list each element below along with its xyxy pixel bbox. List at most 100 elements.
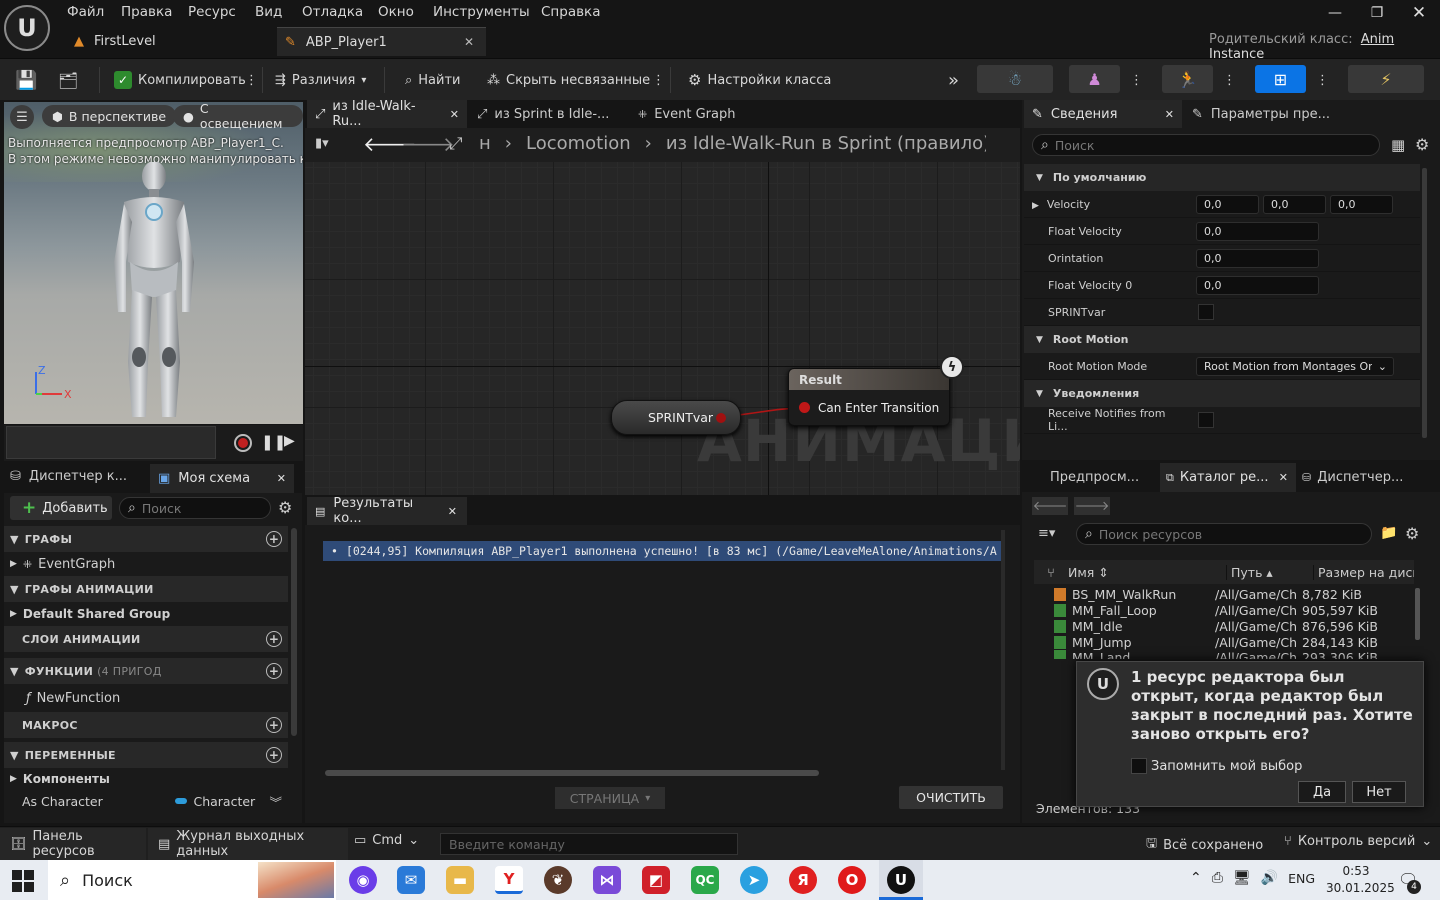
table-row[interactable]: MM_Jump/All/Game/Ch 284,143 KiB <box>1034 634 1414 650</box>
velocity-z-field[interactable]: 0,0 <box>1330 194 1393 214</box>
menu-file[interactable]: Файл <box>67 4 104 20</box>
save-icon[interactable]: 💾 <box>15 66 37 94</box>
compile-button[interactable]: ✓ Компилировать <box>114 66 246 94</box>
page-dropdown[interactable]: СТРАНИЦА ▾ <box>555 787 665 809</box>
menu-window[interactable]: Окно <box>378 4 414 20</box>
timeline-bar[interactable] <box>6 426 216 459</box>
history-back-button[interactable]: 🡐 <box>1032 497 1068 515</box>
fl-studio-icon[interactable]: ❦ <box>544 866 572 894</box>
tab-preview-params[interactable]: ✎ Параметры пре... <box>1192 100 1330 128</box>
compile-options-icon[interactable]: ⋮ <box>245 66 258 94</box>
yandex-browser-icon[interactable]: Y <box>495 866 523 894</box>
record-button[interactable] <box>234 434 252 452</box>
hide-options-icon[interactable]: ⋮ <box>652 66 665 94</box>
windows-start-icon[interactable] <box>12 870 34 892</box>
receive-notifies-checkbox[interactable] <box>1198 412 1214 428</box>
close-icon[interactable]: ✕ <box>1165 108 1174 121</box>
gear-icon[interactable]: ⚙ <box>1415 135 1429 154</box>
tab-asset-catalog[interactable]: ⧉ Каталог ре... ✕ <box>1160 463 1296 492</box>
section-macros[interactable]: МАКРОС + <box>4 712 288 738</box>
forward-arrow-icon[interactable]: 🡒 <box>401 132 455 156</box>
menu-view[interactable]: Вид <box>255 4 282 20</box>
preview-viewport[interactable]: ☰ ⬢ В перспективе ● С освещением Выполняет… <box>4 101 303 424</box>
output-pin[interactable] <box>716 413 726 423</box>
opera-icon[interactable]: O <box>838 866 866 894</box>
hamburger-menu-icon[interactable]: ☰ <box>10 105 34 129</box>
section-root-motion[interactable]: ▼ Root Motion <box>1024 326 1420 353</box>
tab-dispatcher[interactable]: ⛁ Диспетчер к... <box>10 469 127 484</box>
table-row[interactable]: BS_MM_WalkRun/All/Game/Ch 8,782 KiB <box>1034 586 1414 602</box>
table-view-icon[interactable]: ▦ <box>1391 136 1405 154</box>
section-default[interactable]: ▼ По умолчанию <box>1024 164 1420 191</box>
input-pin[interactable] <box>799 402 810 413</box>
tab-sprint-to-idle-rule[interactable]: ⤢ из Sprint в Idle-... <box>477 100 609 128</box>
close-icon[interactable]: ✕ <box>464 35 474 49</box>
sprintvar-checkbox[interactable] <box>1198 304 1214 320</box>
add-layer-icon[interactable]: + <box>266 631 282 647</box>
root-motion-mode-dropdown[interactable]: Root Motion from Montages Only ⌄ <box>1196 356 1394 376</box>
tab-my-blueprint[interactable]: ▣ Моя схема ✕ <box>150 464 294 493</box>
scrollbar[interactable] <box>291 528 297 736</box>
tab-event-graph[interactable]: ⁜ Event Graph <box>638 100 735 128</box>
tree-item-event-graph[interactable]: ▶ ⁜ EventGraph <box>4 552 288 576</box>
app-icon-red[interactable]: ◩ <box>642 866 670 894</box>
network-icon[interactable]: 🖥 <box>1233 870 1251 886</box>
can-enter-transition-pin[interactable]: Can Enter Transition <box>789 390 949 425</box>
table-row[interactable]: MM_Fall_Loop/All/Game/Ch 905,597 KiB <box>1034 602 1414 618</box>
sprint-var-node[interactable]: SPRINTvar <box>611 400 741 435</box>
tree-item-components[interactable]: ▶ Компоненты <box>4 768 288 790</box>
animation-options-icon[interactable]: ⋮ <box>1223 66 1236 94</box>
cmd-dropdown[interactable]: ▭ Cmd ⌄ <box>354 833 419 848</box>
breadcrumb-partial[interactable]: н <box>479 133 491 154</box>
mail-icon[interactable]: ✉ <box>397 866 425 894</box>
column-path[interactable]: Путь ▴ <box>1226 564 1313 580</box>
minimize-button[interactable]: — <box>1315 2 1355 24</box>
tab-first-level[interactable]: ▲ FirstLevel <box>66 27 274 56</box>
lit-mode-button[interactable]: ● С освещением <box>173 101 303 131</box>
tab-abp-player[interactable]: ✎ ABP_Player1 ✕ <box>277 27 486 56</box>
maximize-button[interactable]: ❐ <box>1357 2 1397 24</box>
add-macro-icon[interactable]: + <box>266 717 282 733</box>
save-status[interactable]: 🖫 Всё сохранено <box>1146 834 1263 856</box>
graph-canvas[interactable]: АНИМАЦИЯ SPRINTvar Result Can Enter Tran… <box>305 162 1020 495</box>
close-icon[interactable]: ✕ <box>1279 471 1288 484</box>
section-variables[interactable]: ▼ ПЕРЕМЕННЫЕ + <box>4 742 288 768</box>
float-velocity-0-field[interactable]: 0,0 <box>1196 275 1319 295</box>
breadcrumb-locomotion[interactable]: Locomotion <box>526 133 631 154</box>
add-button[interactable]: + Добавить <box>10 496 112 520</box>
velocity-y-field[interactable]: 0,0 <box>1263 194 1326 214</box>
gear-icon[interactable]: ⚙ <box>278 498 292 517</box>
history-forward-button[interactable]: 🡒 <box>1074 497 1110 515</box>
section-anim-graphs[interactable]: ▼ ГРАФЫ АНИМАЦИИ <box>4 576 288 602</box>
menu-help[interactable]: Справка <box>541 4 600 20</box>
close-icon[interactable]: ✕ <box>448 505 457 518</box>
chevron-down-icon[interactable]: ︾ <box>269 792 282 811</box>
add-function-icon[interactable]: + <box>266 663 282 679</box>
close-icon[interactable]: ✕ <box>277 472 286 485</box>
section-functions[interactable]: ▼ ФУНКЦИИ (4 ПРИГОД + <box>4 658 288 684</box>
yes-button[interactable]: Да <box>1298 781 1346 803</box>
remember-checkbox[interactable] <box>1131 758 1147 774</box>
tab-preview[interactable]: Предпросм... <box>1050 470 1139 485</box>
menu-debug[interactable]: Отладка <box>302 4 363 20</box>
section-anim-layers[interactable]: СЛОИ АНИМАЦИИ + <box>4 626 288 652</box>
chevron-up-icon[interactable]: ⌃ <box>1190 870 1202 886</box>
filter-icon[interactable]: ≡▾ <box>1038 526 1055 541</box>
mesh-options-icon[interactable]: ⋮ <box>1130 66 1143 94</box>
unreal-engine-icon[interactable]: U <box>887 866 915 894</box>
menu-asset[interactable]: Ресурс <box>188 4 236 20</box>
details-search-input[interactable]: ⌕ Поиск <box>1032 134 1380 156</box>
breadcrumb-rule[interactable]: из Idle-Walk-Run в Sprint (правило) <box>666 133 986 154</box>
qt-creator-icon[interactable]: QC <box>691 866 719 894</box>
mesh-mode-button[interactable]: ♟ <box>1069 65 1120 93</box>
clear-button[interactable]: ОЧИСТИТЬ <box>899 786 1003 809</box>
close-window-button[interactable]: ✕ <box>1399 2 1439 24</box>
remember-choice[interactable]: Запомнить мой выбор <box>1131 758 1302 774</box>
visual-studio-icon[interactable]: ⋈ <box>593 866 621 894</box>
tab-compiler-results[interactable]: ▤ Результаты ко... ✕ <box>307 496 467 526</box>
no-button[interactable]: Нет <box>1352 781 1406 803</box>
orintation-field[interactable]: 0,0 <box>1196 248 1319 268</box>
table-row[interactable]: MM_Land/All/Game/Ch 293,306 KiB <box>1034 650 1414 659</box>
result-node[interactable]: Result Can Enter Transition <box>788 368 950 426</box>
hide-unrelated-button[interactable]: ⁂ Скрыть несвязанные <box>487 66 650 94</box>
